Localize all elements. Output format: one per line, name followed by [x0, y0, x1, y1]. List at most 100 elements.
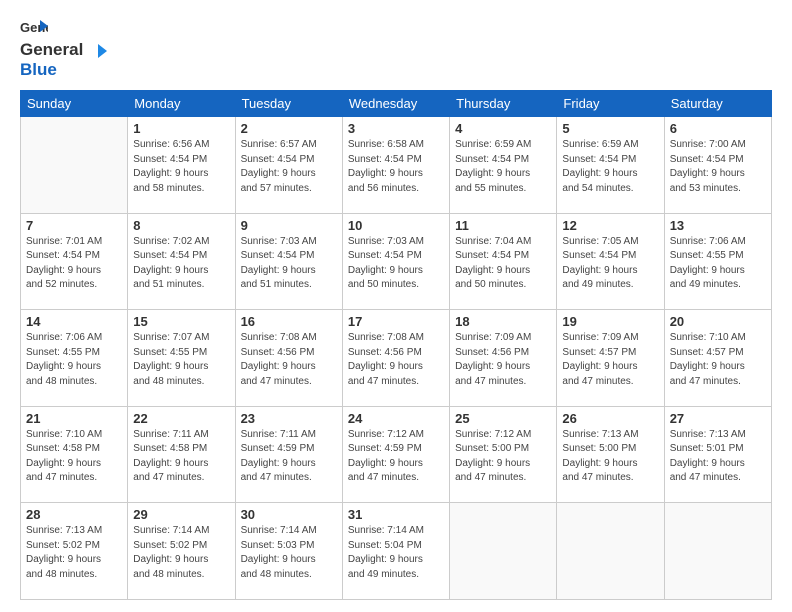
day-number: 21 — [26, 411, 122, 426]
day-info: Sunrise: 7:14 AM Sunset: 5:02 PM Dayligh… — [133, 524, 229, 582]
calendar-day-cell: 29 Sunrise: 7:14 AM Sunset: 5:02 PM Dayli… — [128, 503, 235, 600]
calendar-day-cell: 7Sunrise: 7:01 AM Sunset: 4:54 PM Daylig… — [21, 213, 128, 310]
day-info: Sunrise: 7:08 AM Sunset: 4:56 PM Dayligh… — [241, 331, 337, 389]
day-info: Sunrise: 7:07 AM Sunset: 4:55 PM Dayligh… — [133, 331, 229, 389]
day-number: 27 — [670, 411, 766, 426]
calendar-day-cell: 14 Sunrise: 7:06 AM Sunset: 4:55 PM Dayli… — [21, 310, 128, 407]
day-number: 28 — [26, 507, 122, 522]
calendar: SundayMondayTuesdayWednesdayThursdayFrid… — [20, 90, 772, 600]
day-info: Sunrise: 6:59 AM Sunset: 4:54 PM Dayligh… — [455, 138, 551, 196]
calendar-day-cell: 12 Sunrise: 7:05 AM Sunset: 4:54 PM Dayli… — [557, 213, 664, 310]
calendar-day-cell: 1 Sunrise: 6:56 AM Sunset: 4:54 PM Daylig… — [128, 117, 235, 214]
calendar-day-cell: 27 Sunrise: 7:13 AM Sunset: 5:01 PM Dayli… — [664, 406, 771, 503]
day-number: 14 — [26, 314, 122, 329]
day-info: Sunrise: 7:13 AM Sunset: 5:01 PM Dayligh… — [670, 428, 766, 486]
calendar-day-cell: 24Sunrise: 7:12 AM Sunset: 4:59 PM Dayli… — [342, 406, 449, 503]
day-number: 20 — [670, 314, 766, 329]
day-info: Sunrise: 7:10 AM Sunset: 4:58 PM Dayligh… — [26, 428, 122, 486]
calendar-day-cell: 6Sunrise: 7:00 AM Sunset: 4:54 PM Daylig… — [664, 117, 771, 214]
calendar-day-cell: 28Sunrise: 7:13 AM Sunset: 5:02 PM Dayli… — [21, 503, 128, 600]
day-info: Sunrise: 7:11 AM Sunset: 4:58 PM Dayligh… — [133, 428, 229, 486]
calendar-day-cell: 20 Sunrise: 7:10 AM Sunset: 4:57 PM Dayli… — [664, 310, 771, 407]
calendar-header-row: SundayMondayTuesdayWednesdayThursdayFrid… — [21, 91, 772, 117]
day-info: Sunrise: 7:01 AM Sunset: 4:54 PM Dayligh… — [26, 235, 122, 293]
day-number: 3 — [348, 121, 444, 136]
day-info: Sunrise: 7:13 AM Sunset: 5:00 PM Dayligh… — [562, 428, 658, 486]
calendar-week-row: 28Sunrise: 7:13 AM Sunset: 5:02 PM Dayli… — [21, 503, 772, 600]
day-number: 12 — [562, 218, 658, 233]
day-number: 25 — [455, 411, 551, 426]
calendar-day-cell — [21, 117, 128, 214]
calendar-day-cell: 18 Sunrise: 7:09 AM Sunset: 4:56 PM Dayli… — [450, 310, 557, 407]
weekday-header: Wednesday — [342, 91, 449, 117]
day-info: Sunrise: 6:57 AM Sunset: 4:54 PM Dayligh… — [241, 138, 337, 196]
day-info: Sunrise: 7:03 AM Sunset: 4:54 PM Dayligh… — [348, 235, 444, 293]
day-number: 31 — [348, 507, 444, 522]
day-info: Sunrise: 7:12 AM Sunset: 5:00 PM Dayligh… — [455, 428, 551, 486]
day-info: Sunrise: 7:02 AM Sunset: 4:54 PM Dayligh… — [133, 235, 229, 293]
day-number: 23 — [241, 411, 337, 426]
weekday-header: Monday — [128, 91, 235, 117]
day-info: Sunrise: 7:09 AM Sunset: 4:56 PM Dayligh… — [455, 331, 551, 389]
weekday-header: Sunday — [21, 91, 128, 117]
day-info: Sunrise: 6:59 AM Sunset: 4:54 PM Dayligh… — [562, 138, 658, 196]
day-number: 18 — [455, 314, 551, 329]
calendar-week-row: 14 Sunrise: 7:06 AM Sunset: 4:55 PM Dayli… — [21, 310, 772, 407]
day-info: Sunrise: 7:12 AM Sunset: 4:59 PM Dayligh… — [348, 428, 444, 486]
day-info: Sunrise: 7:14 AM Sunset: 5:04 PM Dayligh… — [348, 524, 444, 582]
calendar-week-row: 1 Sunrise: 6:56 AM Sunset: 4:54 PM Daylig… — [21, 117, 772, 214]
logo-icon: General — [20, 18, 48, 40]
calendar-day-cell: 21 Sunrise: 7:10 AM Sunset: 4:58 PM Dayli… — [21, 406, 128, 503]
calendar-day-cell: 13 Sunrise: 7:06 AM Sunset: 4:55 PM Dayli… — [664, 213, 771, 310]
day-info: Sunrise: 7:08 AM Sunset: 4:56 PM Dayligh… — [348, 331, 444, 389]
day-info: Sunrise: 6:56 AM Sunset: 4:54 PM Dayligh… — [133, 138, 229, 196]
day-number: 4 — [455, 121, 551, 136]
calendar-day-cell: 3 Sunrise: 6:58 AM Sunset: 4:54 PM Daylig… — [342, 117, 449, 214]
calendar-day-cell: 15 Sunrise: 7:07 AM Sunset: 4:55 PM Dayli… — [128, 310, 235, 407]
day-info: Sunrise: 7:00 AM Sunset: 4:54 PM Dayligh… — [670, 138, 766, 196]
logo-general: General — [20, 40, 83, 59]
day-number: 8 — [133, 218, 229, 233]
day-number: 5 — [562, 121, 658, 136]
calendar-day-cell: 4 Sunrise: 6:59 AM Sunset: 4:54 PM Daylig… — [450, 117, 557, 214]
day-number: 26 — [562, 411, 658, 426]
calendar-week-row: 7Sunrise: 7:01 AM Sunset: 4:54 PM Daylig… — [21, 213, 772, 310]
calendar-day-cell: 10Sunrise: 7:03 AM Sunset: 4:54 PM Dayli… — [342, 213, 449, 310]
calendar-day-cell: 16 Sunrise: 7:08 AM Sunset: 4:56 PM Dayli… — [235, 310, 342, 407]
day-info: Sunrise: 6:58 AM Sunset: 4:54 PM Dayligh… — [348, 138, 444, 196]
day-info: Sunrise: 7:14 AM Sunset: 5:03 PM Dayligh… — [241, 524, 337, 582]
day-number: 13 — [670, 218, 766, 233]
calendar-day-cell: 22 Sunrise: 7:11 AM Sunset: 4:58 PM Dayli… — [128, 406, 235, 503]
calendar-day-cell: 17Sunrise: 7:08 AM Sunset: 4:56 PM Dayli… — [342, 310, 449, 407]
day-info: Sunrise: 7:05 AM Sunset: 4:54 PM Dayligh… — [562, 235, 658, 293]
calendar-day-cell — [664, 503, 771, 600]
weekday-header: Thursday — [450, 91, 557, 117]
day-number: 16 — [241, 314, 337, 329]
calendar-day-cell: 25 Sunrise: 7:12 AM Sunset: 5:00 PM Dayli… — [450, 406, 557, 503]
day-info: Sunrise: 7:09 AM Sunset: 4:57 PM Dayligh… — [562, 331, 658, 389]
header: General General Blue — [20, 18, 772, 80]
day-info: Sunrise: 7:06 AM Sunset: 4:55 PM Dayligh… — [670, 235, 766, 293]
calendar-day-cell — [450, 503, 557, 600]
calendar-week-row: 21 Sunrise: 7:10 AM Sunset: 4:58 PM Dayli… — [21, 406, 772, 503]
logo: General General Blue — [20, 18, 107, 80]
weekday-header: Saturday — [664, 91, 771, 117]
calendar-day-cell: 2 Sunrise: 6:57 AM Sunset: 4:54 PM Daylig… — [235, 117, 342, 214]
day-number: 22 — [133, 411, 229, 426]
logo-bird-icon — [89, 44, 107, 58]
calendar-day-cell: 5 Sunrise: 6:59 AM Sunset: 4:54 PM Daylig… — [557, 117, 664, 214]
day-info: Sunrise: 7:10 AM Sunset: 4:57 PM Dayligh… — [670, 331, 766, 389]
day-info: Sunrise: 7:03 AM Sunset: 4:54 PM Dayligh… — [241, 235, 337, 293]
weekday-header: Friday — [557, 91, 664, 117]
day-number: 29 — [133, 507, 229, 522]
day-number: 1 — [133, 121, 229, 136]
day-number: 30 — [241, 507, 337, 522]
page: General General Blue SundayMondayTuesday… — [0, 0, 792, 612]
calendar-day-cell: 26 Sunrise: 7:13 AM Sunset: 5:00 PM Dayli… — [557, 406, 664, 503]
day-number: 15 — [133, 314, 229, 329]
day-info: Sunrise: 7:06 AM Sunset: 4:55 PM Dayligh… — [26, 331, 122, 389]
calendar-day-cell: 23 Sunrise: 7:11 AM Sunset: 4:59 PM Dayli… — [235, 406, 342, 503]
day-info: Sunrise: 7:11 AM Sunset: 4:59 PM Dayligh… — [241, 428, 337, 486]
day-number: 9 — [241, 218, 337, 233]
day-number: 2 — [241, 121, 337, 136]
